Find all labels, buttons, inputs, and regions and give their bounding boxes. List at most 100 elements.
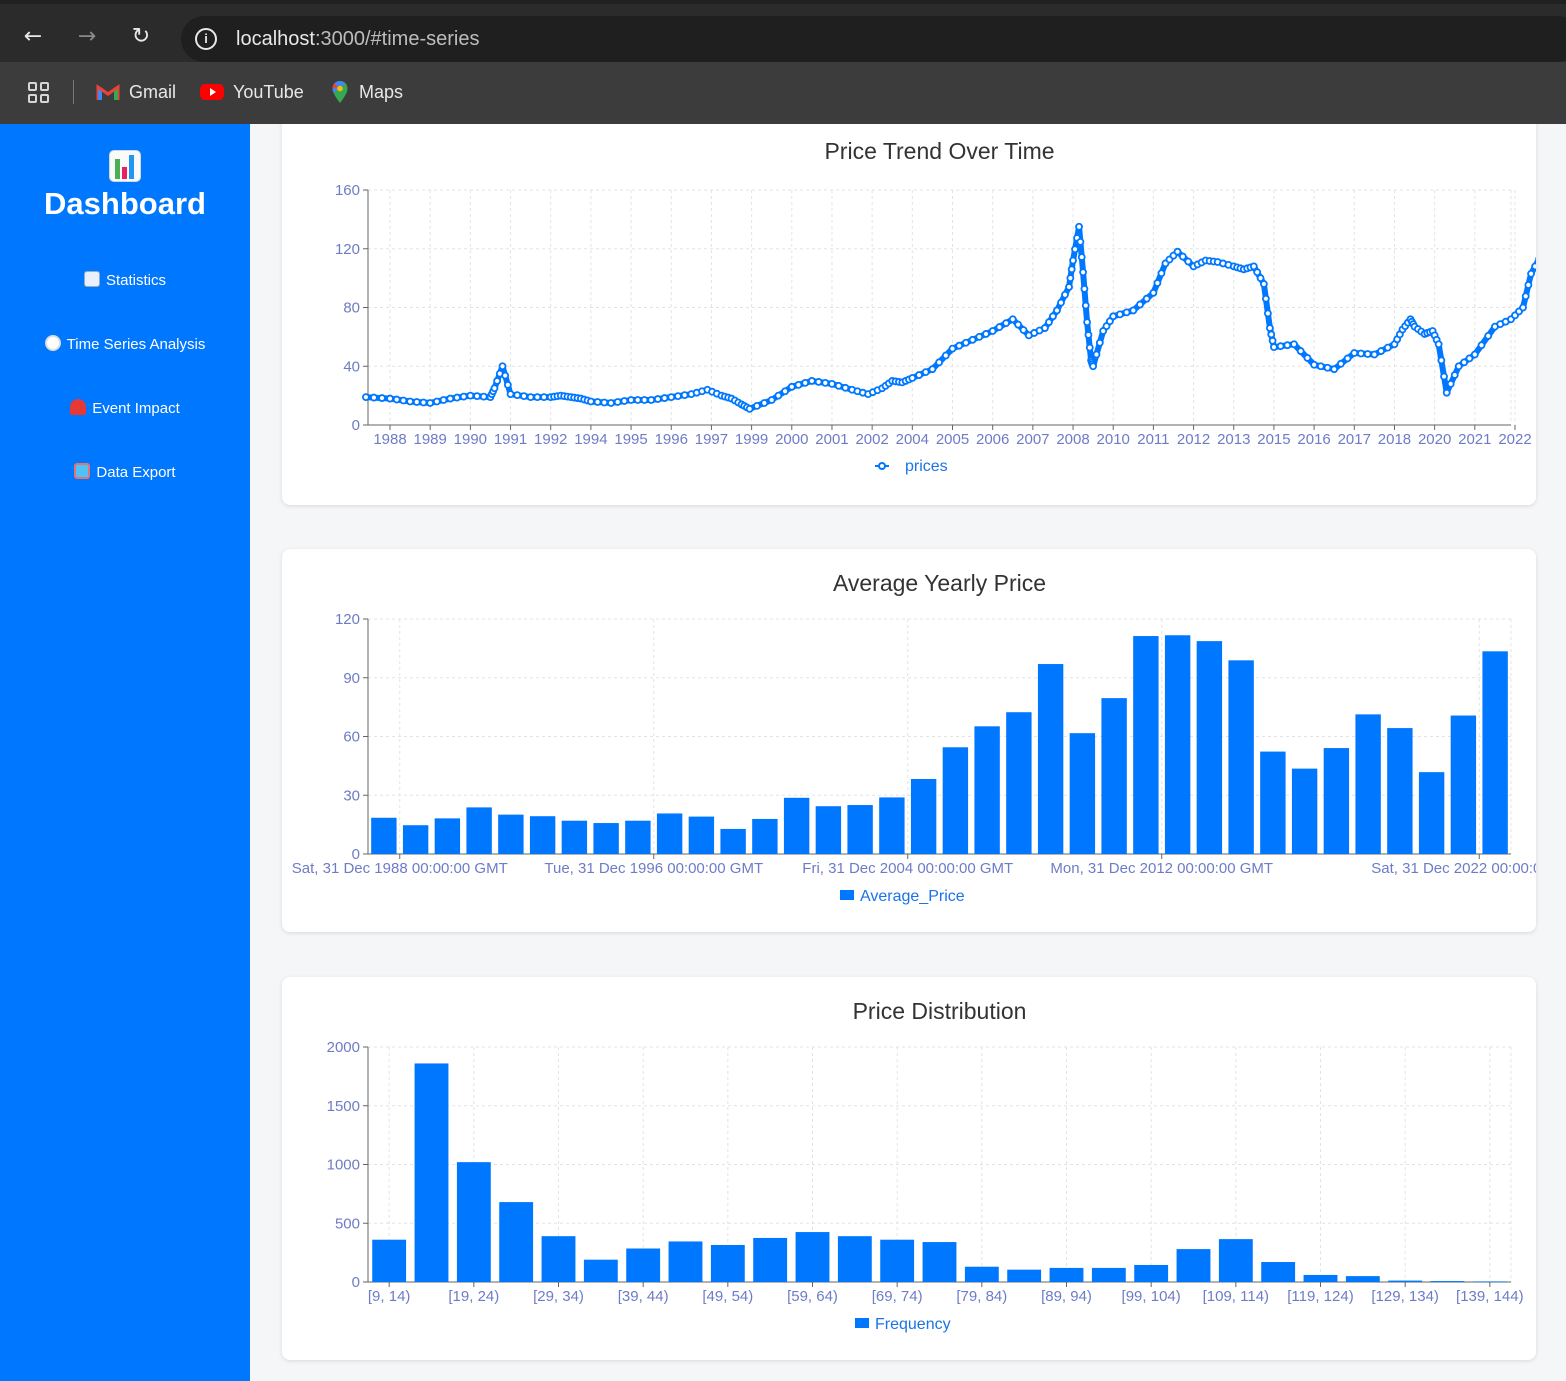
x-tick-label: [59, 64)	[787, 1288, 838, 1305]
url-text: localhost:3000/#time-series	[236, 28, 479, 51]
bookmark-maps[interactable]: Maps	[328, 80, 413, 104]
data-point	[1519, 303, 1527, 312]
back-arrow-icon[interactable]: ←	[18, 22, 48, 52]
bar	[964, 1266, 999, 1282]
data-point	[459, 392, 468, 401]
reload-icon[interactable]: ↻	[126, 22, 156, 52]
x-tick-label: 2004	[896, 431, 929, 448]
x-tick-label: 2011	[1137, 431, 1169, 448]
chart-increasing-icon	[83, 271, 100, 287]
sidebar-item-event-impact[interactable]: Event Impact	[0, 394, 250, 424]
data-point	[948, 344, 957, 353]
data-point	[412, 398, 421, 406]
data-point	[928, 365, 937, 374]
bar	[752, 818, 778, 854]
bar	[434, 818, 461, 854]
bar	[1430, 1281, 1465, 1282]
data-point	[915, 371, 923, 379]
bar	[372, 1239, 407, 1282]
data-point	[1065, 283, 1073, 291]
data-point	[1173, 247, 1182, 256]
data-point	[1069, 256, 1077, 265]
maps-icon	[332, 81, 348, 103]
data-point	[1377, 347, 1385, 355]
price-trend-chart[interactable]: Price Trend Over Time 0 40 80 120 160 1988 1989…	[282, 124, 1536, 505]
data-point	[1531, 262, 1536, 271]
legend-swatch-icon	[840, 890, 854, 900]
bar	[499, 1202, 534, 1282]
data-point	[1259, 280, 1268, 288]
data-point	[680, 391, 689, 400]
address-bar[interactable]: i localhost:3000/#time-series	[181, 16, 1566, 62]
data-point	[627, 396, 635, 404]
sidebar: Dashboard Statistics Time Series Analysi…	[0, 124, 250, 1381]
x-tick-label: [39, 44)	[618, 1288, 669, 1305]
data-point	[1264, 309, 1272, 318]
data-point	[1470, 350, 1479, 359]
data-point	[1343, 354, 1352, 363]
bar	[626, 1248, 661, 1282]
bar	[402, 825, 429, 854]
price-distribution-chart[interactable]: Price Distribution 0 500 1000 1500 2000 [9, 14…	[282, 977, 1536, 1360]
data-point	[1084, 331, 1093, 339]
x-tick-label: [139, 144)	[1456, 1288, 1524, 1305]
data-point	[745, 404, 754, 413]
bar	[1134, 1264, 1169, 1282]
sidebar-item-data-export[interactable]: Data Export	[0, 458, 250, 488]
data-point	[921, 368, 930, 377]
average-yearly-price-chart[interactable]: Average Yearly Price0306090120Sat, 31 De…	[282, 549, 1536, 932]
browser-chrome: ← → ↻ i localhost:3000/#time-series Gmai…	[0, 0, 1566, 124]
data-point	[1109, 312, 1118, 321]
data-point	[1276, 342, 1285, 351]
site-info-icon[interactable]: i	[195, 28, 217, 50]
data-point	[1045, 318, 1053, 327]
data-point	[501, 371, 510, 380]
data-point	[1014, 320, 1023, 329]
x-tick-label: 2015	[1257, 431, 1290, 448]
bar	[414, 1063, 449, 1282]
data-point	[493, 377, 502, 385]
data-point	[794, 380, 803, 389]
bar	[498, 814, 524, 854]
legend-label: Average_Price	[860, 888, 965, 905]
data-point	[1092, 350, 1101, 359]
apps-grid-icon[interactable]	[28, 82, 50, 104]
data-point	[1527, 269, 1535, 278]
x-tick-label: 2002	[855, 431, 888, 448]
data-point	[774, 391, 783, 400]
y-tick-label: 500	[335, 1215, 360, 1232]
sidebar-item-label: Data Export	[96, 464, 176, 481]
sidebar-item-statistics[interactable]: Statistics	[0, 266, 250, 296]
bar	[710, 1244, 745, 1282]
data-point	[1122, 308, 1131, 317]
x-tick-label: [109, 114)	[1203, 1288, 1269, 1305]
x-tick-label: 2010	[1097, 431, 1130, 448]
data-point	[1296, 347, 1305, 355]
bar	[1261, 1262, 1296, 1282]
bar	[1355, 714, 1381, 854]
x-tick-label: [129, 134)	[1371, 1288, 1439, 1305]
bookmark-gmail[interactable]: Gmail	[96, 80, 181, 104]
bar	[880, 1239, 915, 1282]
data-point	[1316, 362, 1325, 371]
sidebar-item-time-series-analysis[interactable]: Time Series Analysis	[0, 330, 250, 360]
chart-title: Price Trend Over Time	[824, 138, 1054, 164]
x-tick-label: 2017	[1338, 431, 1371, 448]
data-point	[941, 351, 950, 360]
data-point	[1484, 331, 1493, 340]
forward-arrow-icon[interactable]: →	[72, 22, 102, 52]
y-tick-label: 0	[352, 417, 360, 434]
series-line-prices	[365, 223, 1536, 412]
bar	[1101, 698, 1127, 854]
data-point	[968, 335, 977, 344]
data-point	[1437, 356, 1446, 365]
data-point	[834, 381, 843, 390]
y-tick-label: 1500	[327, 1098, 360, 1115]
data-point	[1323, 363, 1332, 372]
y-tick-label: 1000	[327, 1157, 360, 1174]
data-point	[1178, 252, 1187, 261]
bookmark-youtube[interactable]: YouTube	[200, 80, 310, 104]
bar	[561, 820, 588, 854]
bar	[1291, 768, 1318, 854]
sidebar-title: Dashboard	[44, 186, 206, 221]
